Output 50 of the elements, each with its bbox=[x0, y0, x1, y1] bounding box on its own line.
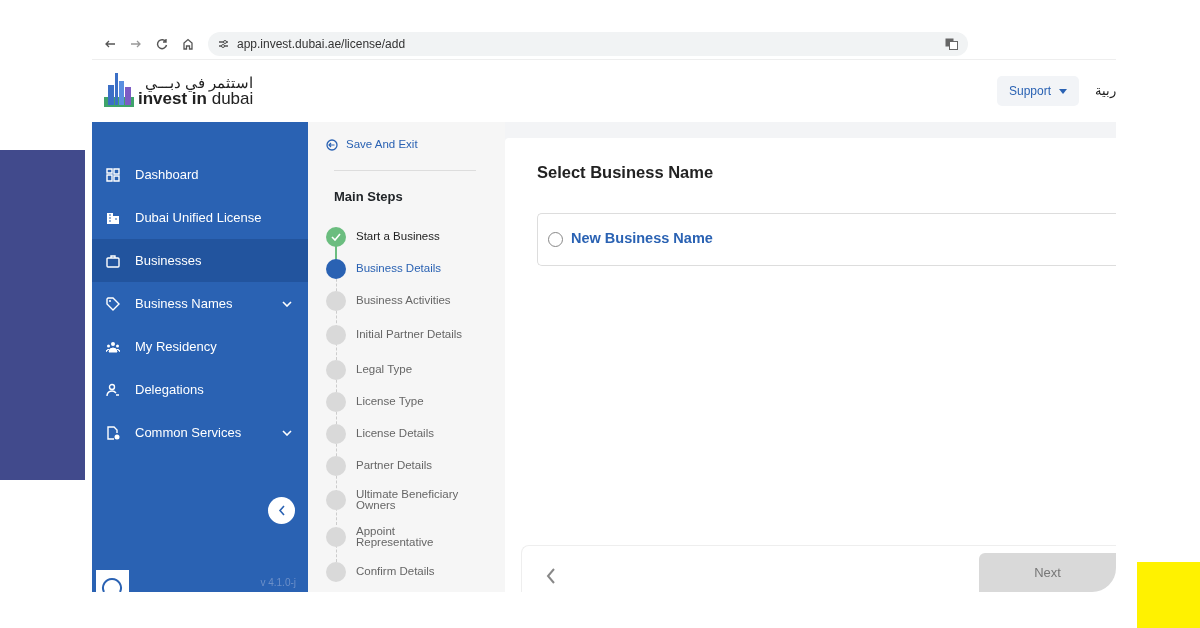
back-icon[interactable] bbox=[546, 568, 556, 584]
exit-icon bbox=[326, 139, 338, 151]
step-label: License Type bbox=[356, 395, 424, 408]
sidebar-item[interactable]: Dubai Unified License bbox=[92, 196, 308, 239]
decor-block bbox=[1137, 562, 1200, 628]
dashboard-icon bbox=[106, 167, 120, 182]
forward-icon[interactable] bbox=[130, 38, 142, 49]
step-label: Partner Details bbox=[356, 459, 433, 472]
building-icon bbox=[106, 210, 120, 225]
step-label: Ultimate Beneficiary Owners bbox=[356, 488, 460, 512]
step-label: Start a Business bbox=[356, 230, 440, 243]
address-bar[interactable]: app.invest.dubai.ae/license/add bbox=[208, 31, 968, 56]
settings-icon[interactable] bbox=[218, 38, 229, 49]
briefcase-icon bbox=[106, 253, 120, 268]
collapse-button[interactable] bbox=[268, 497, 295, 524]
option-card[interactable]: New Business Name bbox=[537, 212, 1116, 266]
logo-icon bbox=[104, 73, 134, 109]
step-label: Legal Type bbox=[356, 363, 413, 376]
step-label: Business Activities bbox=[356, 294, 451, 307]
logo-arabic-text: استثمر في دبـــي bbox=[143, 75, 254, 90]
sidebar-item[interactable]: Common Services bbox=[92, 411, 308, 454]
tag-icon bbox=[106, 296, 120, 311]
step-label: Initial Partner Details bbox=[356, 329, 463, 341]
caret-down-icon bbox=[1059, 88, 1067, 94]
url-text: app.invest.dubai.ae/license/add bbox=[237, 35, 406, 53]
translate-icon[interactable] bbox=[945, 37, 958, 50]
support-dropdown[interactable]: Support bbox=[996, 76, 1079, 106]
step-label: Confirm Details bbox=[356, 565, 435, 578]
step-label: Appoint Representative bbox=[356, 525, 435, 549]
section-title: Select Business Name bbox=[537, 162, 715, 183]
check-icon bbox=[331, 232, 341, 241]
sidebar-item[interactable]: Business Names bbox=[92, 282, 308, 325]
person-icon bbox=[106, 382, 120, 397]
language-link[interactable]: ربية bbox=[1095, 81, 1116, 101]
document-gear-icon bbox=[106, 425, 120, 440]
chevron-left-icon bbox=[277, 505, 286, 516]
reload-icon[interactable] bbox=[156, 37, 168, 50]
steps-title: Main Steps bbox=[334, 188, 404, 206]
save-exit-link[interactable]: Save And Exit bbox=[326, 136, 418, 154]
back-icon[interactable] bbox=[104, 38, 116, 49]
sidebar-item[interactable]: My Residency bbox=[92, 325, 308, 368]
sidebar-item[interactable]: Delegations bbox=[92, 368, 308, 411]
sidebar-item[interactable]: Dashboard bbox=[92, 153, 308, 196]
step-label: License Details bbox=[356, 427, 434, 440]
people-icon bbox=[106, 339, 120, 354]
chat-icon[interactable] bbox=[96, 570, 129, 592]
step-label: Business Details bbox=[356, 262, 441, 275]
version-text: v 4.1.0-j bbox=[260, 576, 296, 590]
home-icon[interactable] bbox=[182, 37, 194, 50]
sidebar-item[interactable]: Businesses bbox=[92, 239, 308, 282]
